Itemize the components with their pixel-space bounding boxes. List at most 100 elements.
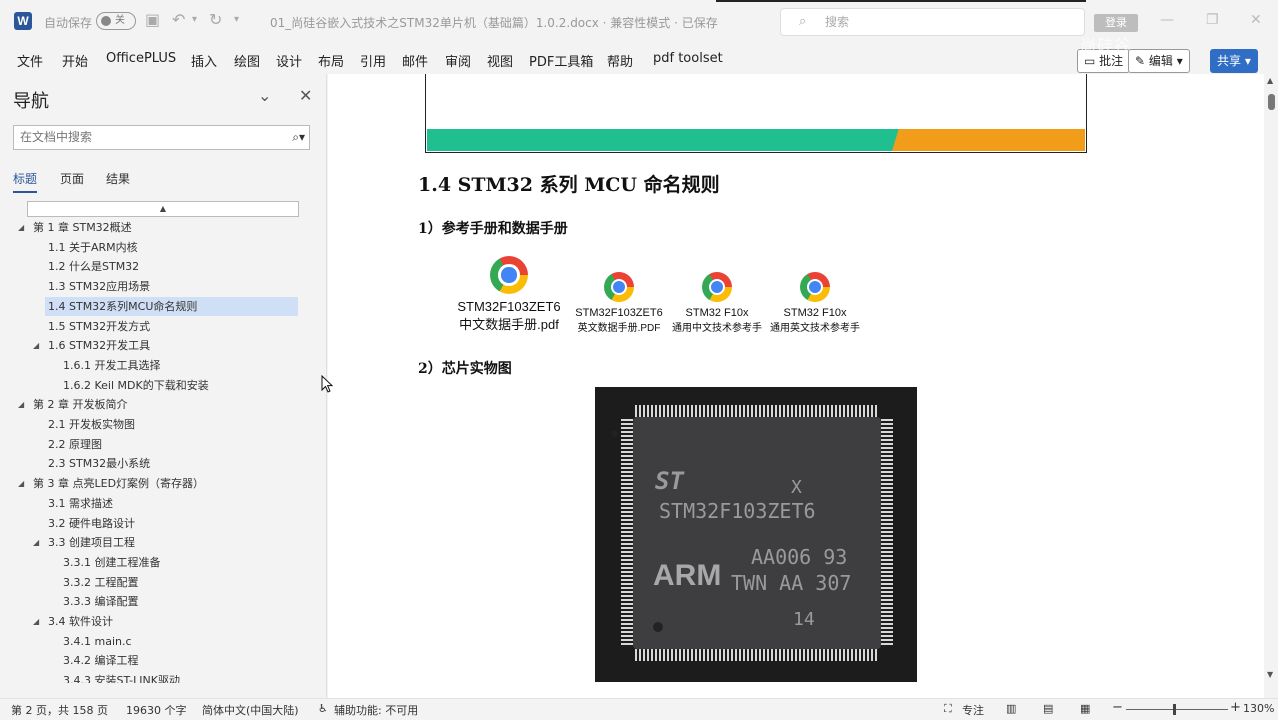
menu-pdf-toolbox[interactable]: PDF工具箱 (529, 51, 593, 70)
expand-triangle-icon[interactable]: ◢ (33, 612, 39, 631)
menu-layout[interactable]: 布局 (318, 51, 344, 70)
focus-mode-button[interactable]: 专注 (962, 702, 984, 718)
minimize-icon[interactable]: — (1160, 12, 1174, 28)
autosave-label: 自动保存 (44, 16, 93, 30)
nav-heading-item[interactable]: 3.3 创建项目工程 (45, 533, 135, 552)
menu-review[interactable]: 审阅 (445, 51, 471, 70)
nav-heading-item[interactable]: 1.6.2 Keil MDK的下载和安装 (60, 376, 209, 395)
file-attachment[interactable]: STM32 F10x 通用英文技术参考手 (769, 272, 861, 334)
nav-heading-item[interactable]: 3.2 硬件电路设计 (45, 514, 135, 533)
nav-heading-item[interactable]: 1.5 STM32开发方式 (45, 317, 150, 336)
autosave-toggle[interactable]: 关 (96, 12, 136, 30)
scroll-up-icon[interactable]: ▲ (1267, 76, 1273, 85)
vertical-scrollbar[interactable]: ▲ ▼ (1264, 74, 1278, 698)
search-box[interactable]: ⌕ 搜索 (780, 8, 1085, 36)
chip-code-3: 14 (793, 609, 815, 630)
subheading-chip-photo: 2）芯片实物图 (418, 361, 512, 377)
nav-search-input[interactable]: 在文档中搜索 ⌕▾ (13, 125, 310, 150)
nav-heading-item[interactable]: 3.4 软件设计 (45, 612, 113, 631)
zoom-level[interactable]: 130% (1243, 702, 1274, 715)
save-icon[interactable]: ▣ (145, 10, 160, 29)
nav-heading-item[interactable]: 1.4 STM32系列MCU命名规则 (45, 296, 298, 316)
web-layout-icon[interactable]: ▦ (1080, 702, 1090, 715)
nav-heading-item[interactable]: 1.3 STM32应用场景 (45, 277, 150, 296)
zoom-in-icon[interactable]: + (1230, 700, 1241, 715)
arm-logo-text: ARM (653, 559, 722, 592)
file-attachment[interactable]: STM32 F10x 通用中文技术参考手 (671, 272, 763, 334)
editing-mode-button[interactable]: ✎ 编辑 ▾ (1128, 49, 1190, 73)
comments-label: 批注 (1099, 54, 1124, 68)
nav-heading-item[interactable]: 第 1 章 STM32概述 (30, 218, 132, 237)
customize-toolbar-icon[interactable]: ▾ (234, 14, 239, 25)
page-count[interactable]: 第 2 页，共 158 页 (11, 702, 108, 718)
tab-results[interactable]: 结果 (106, 170, 130, 187)
menu-references[interactable]: 引用 (360, 51, 386, 70)
nav-heading-item[interactable]: 1.6 STM32开发工具 (45, 336, 150, 355)
tab-headings[interactable]: 标题 (13, 170, 38, 193)
share-button[interactable]: 共享 ▾ (1210, 49, 1258, 73)
chrome-file-icon (702, 272, 732, 302)
language-status[interactable]: 简体中文(中国大陆) (202, 702, 299, 718)
nav-heading-item[interactable]: 3.4.1 main.c (60, 632, 132, 651)
scroll-down-icon[interactable]: ▼ (1267, 670, 1273, 679)
file-attachment[interactable]: STM32F103ZET6 中文数据手册.pdf (452, 256, 566, 333)
menu-draw[interactable]: 绘图 (234, 51, 260, 70)
zoom-slider[interactable] (1126, 709, 1228, 710)
close-window-icon[interactable]: ✕ (1250, 12, 1262, 28)
expand-triangle-icon[interactable]: ◢ (18, 218, 24, 237)
expand-triangle-icon[interactable]: ◢ (33, 336, 39, 355)
nav-heading-item[interactable]: 第 2 章 开发板简介 (30, 395, 128, 414)
menu-mailings[interactable]: 邮件 (402, 51, 428, 70)
nav-heading-item[interactable]: 2.2 原理图 (45, 435, 102, 454)
nav-heading-item[interactable]: 3.4.3 安装ST-LINK驱动 (60, 671, 180, 683)
menu-home[interactable]: 开始 (62, 51, 88, 70)
menu-help[interactable]: 帮助 (607, 51, 633, 70)
nav-heading-label: 1.1 关于ARM内核 (48, 240, 138, 254)
nav-heading-item[interactable]: 3.3.1 创建工程准备 (60, 553, 161, 572)
editing-label: 编辑 (1148, 54, 1173, 68)
document-title[interactable]: 01_尚硅谷嵌入式技术之STM32单片机（基础篇）1.0.2.docx · 兼容… (270, 14, 718, 31)
menu-officeplus[interactable]: OfficePLUS (106, 51, 176, 66)
nav-heading-item[interactable]: 1.2 什么是STM32 (45, 257, 139, 276)
nav-heading-label: 2.1 开发板实物图 (48, 418, 135, 431)
nav-heading-item[interactable]: 1.6.1 开发工具选择 (60, 356, 161, 375)
expand-triangle-icon[interactable]: ◢ (18, 474, 24, 493)
maximize-icon[interactable]: ❐ (1206, 12, 1219, 28)
menu-insert[interactable]: 插入 (191, 51, 217, 70)
nav-heading-item[interactable]: 第 3 章 点亮LED灯案例（寄存器） (30, 474, 204, 493)
expand-triangle-icon[interactable]: ◢ (18, 395, 24, 414)
tab-pages[interactable]: 页面 (60, 170, 84, 187)
undo-dropdown-icon[interactable]: ▾ (192, 14, 197, 25)
search-icon[interactable]: ⌕▾ (292, 126, 305, 149)
nav-heading-item[interactable]: 1.1 关于ARM内核 (45, 238, 138, 257)
print-layout-icon[interactable]: ▤ (1043, 702, 1053, 715)
nav-options-icon[interactable]: ⌄ (258, 86, 271, 105)
zoom-out-icon[interactable]: − (1112, 700, 1123, 715)
word-count[interactable]: 19630 个字 (126, 702, 187, 718)
nav-heading-item[interactable]: 3.3.3 编译配置 (60, 592, 139, 611)
menu-pdf-toolset[interactable]: pdf toolset (653, 51, 723, 66)
menu-view[interactable]: 视图 (487, 51, 513, 70)
nav-heading-item[interactable]: 2.1 开发板实物图 (45, 415, 135, 434)
nav-heading-item[interactable]: 2.3 STM32最小系统 (45, 454, 150, 473)
scroll-thumb[interactable] (1268, 94, 1275, 110)
chevron-down-icon: ▾ (1244, 54, 1251, 68)
file-name-line1: STM32 F10x (685, 307, 749, 319)
nav-heading-item[interactable]: 3.4.2 编译工程 (60, 651, 139, 670)
document-canvas[interactable]: 1.4 STM32 系列 MCU 命名规则 1）参考手册和数据手册 STM32F… (328, 74, 1264, 698)
redo-icon[interactable]: ↻ (209, 10, 222, 29)
zoom-slider-handle[interactable] (1173, 704, 1176, 715)
chip-photo[interactable]: ST X STM32F103ZET6 AA006 93 ARM TWN AA 3… (595, 387, 917, 682)
menu-file[interactable]: 文件 (17, 51, 43, 70)
nav-close-icon[interactable]: ✕ (299, 86, 312, 105)
nav-heading-item[interactable]: 3.3.2 工程配置 (60, 573, 139, 592)
read-mode-icon[interactable]: ▥ (1006, 702, 1016, 715)
expand-triangle-icon[interactable]: ◢ (33, 533, 39, 552)
undo-icon[interactable]: ↶ (172, 10, 185, 29)
login-button[interactable]: 登录 (1094, 14, 1138, 32)
menu-design[interactable]: 设计 (276, 51, 302, 70)
accessibility-status[interactable]: 辅助功能: 不可用 (334, 702, 418, 718)
file-attachment[interactable]: STM32F103ZET6 英文数据手册.PDF (573, 272, 665, 334)
nav-heading-item[interactable]: 3.1 需求描述 (45, 494, 113, 513)
collapse-all-button[interactable]: ▲ (27, 201, 299, 217)
